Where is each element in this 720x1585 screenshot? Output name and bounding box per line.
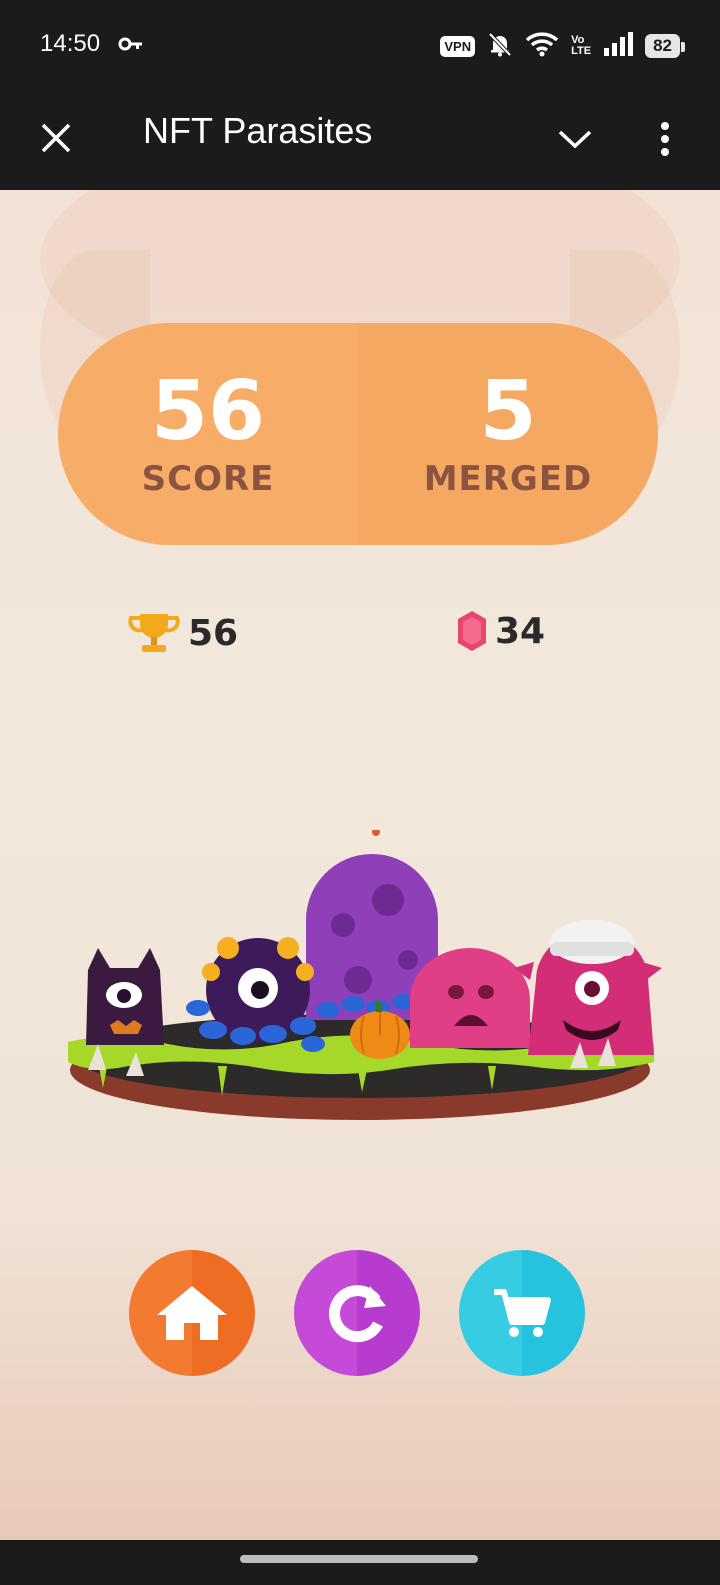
gems-stat: 34 bbox=[457, 610, 545, 652]
gem-icon bbox=[458, 611, 486, 651]
battery-icon: 82 bbox=[645, 34, 685, 58]
score-label: SCORE bbox=[141, 459, 275, 499]
monsters-illustration bbox=[68, 830, 662, 1120]
restart-icon bbox=[329, 1285, 386, 1343]
silent-bell-icon bbox=[487, 31, 513, 61]
status-bar: 14:50 VPN Vo LTE 82 bbox=[0, 0, 720, 90]
score-panel: 56 SCORE 5 MERGED bbox=[58, 323, 658, 545]
gesture-handle[interactable] bbox=[240, 1555, 478, 1563]
shop-button[interactable] bbox=[459, 1250, 585, 1376]
app-title: NFT Parasites bbox=[143, 110, 373, 151]
cart-icon bbox=[494, 1289, 551, 1337]
volte-indicator: Vo LTE bbox=[571, 35, 591, 57]
status-icons: VPN Vo LTE 82 bbox=[440, 30, 685, 62]
app-bar: NFT Parasites bbox=[0, 90, 720, 190]
key-icon bbox=[118, 36, 144, 56]
vpn-badge: VPN bbox=[440, 35, 476, 57]
merged-label: MERGED bbox=[423, 459, 593, 499]
collapse-button[interactable] bbox=[555, 120, 595, 160]
close-button[interactable] bbox=[36, 118, 76, 158]
home-icon bbox=[157, 1286, 227, 1340]
merged-section: 5 MERGED bbox=[358, 323, 658, 545]
home-button[interactable] bbox=[129, 1250, 255, 1376]
status-time: 14:50 bbox=[40, 30, 101, 57]
restart-button[interactable] bbox=[294, 1250, 420, 1376]
best-score-value: 56 bbox=[188, 612, 239, 654]
game-area: 56 SCORE 5 MERGED 56 34 bbox=[0, 190, 720, 1540]
wifi-icon bbox=[525, 31, 559, 61]
volte-bottom: LTE bbox=[571, 45, 592, 57]
signal-icon bbox=[603, 31, 634, 61]
trophy-icon bbox=[128, 614, 180, 652]
close-icon bbox=[41, 123, 71, 153]
score-section: 56 SCORE bbox=[58, 323, 358, 545]
gems-value: 34 bbox=[495, 610, 546, 652]
merged-value: 5 bbox=[479, 364, 537, 459]
score-value: 56 bbox=[150, 364, 266, 459]
navigation-bar bbox=[0, 1540, 720, 1585]
best-score-stat: 56 bbox=[128, 610, 238, 656]
chevron-down-icon bbox=[558, 130, 592, 149]
more-options-button[interactable] bbox=[650, 116, 680, 164]
more-vert-icon bbox=[661, 122, 669, 156]
